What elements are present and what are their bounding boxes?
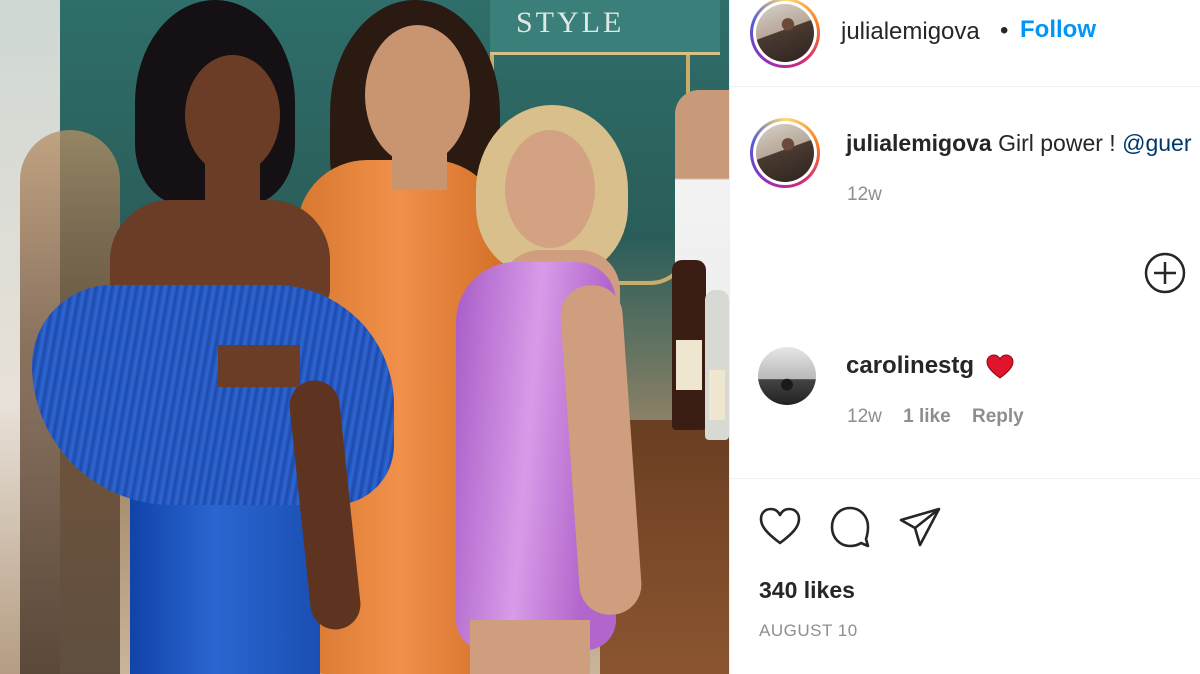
caption-body: Girl power ! — [998, 130, 1116, 156]
reply-button[interactable]: Reply — [972, 406, 1024, 427]
bottle — [672, 260, 706, 430]
bottle — [705, 290, 729, 440]
comment-item: carolinestg 12w 1 like Reply — [730, 340, 1200, 460]
caption-mention-link[interactable]: @guer — [1122, 130, 1191, 156]
post-actions: 340 likes AUGUST 10 — [730, 478, 1200, 674]
share-icon[interactable] — [898, 505, 942, 549]
comment-timestamp[interactable]: 12w — [847, 406, 882, 427]
caption-text: julialemigova Girl power ! @guer — [846, 130, 1191, 157]
comment-username[interactable]: carolinestg — [846, 352, 974, 379]
post-photo[interactable]: STYLE — [0, 0, 729, 674]
follow-button[interactable]: Follow — [1020, 16, 1096, 44]
comment-icon[interactable] — [828, 505, 872, 549]
plus-circle-icon[interactable] — [1144, 252, 1186, 294]
heart-icon[interactable] — [758, 505, 802, 549]
comment-avatar[interactable] — [758, 347, 816, 405]
post-date[interactable]: AUGUST 10 — [759, 621, 858, 641]
post-caption: julialemigova Girl power ! @guer 12w — [730, 88, 1200, 268]
avatar[interactable] — [750, 0, 820, 68]
background-sign: STYLE — [490, 0, 720, 55]
separator-dot: • — [1000, 17, 1009, 44]
comment-likes[interactable]: 1 like — [903, 406, 951, 427]
header-username[interactable]: julialemigova — [841, 18, 980, 46]
caption-avatar[interactable] — [750, 118, 820, 188]
heart-emoji-icon — [986, 354, 1014, 379]
post-header: julialemigova • Follow — [730, 0, 1200, 87]
post-side-panel: julialemigova • Follow julialemigova Gir… — [729, 0, 1200, 674]
likes-count[interactable]: 340 likes — [759, 577, 855, 604]
comment-text: carolinestg — [846, 352, 1014, 380]
caption-username[interactable]: julialemigova — [846, 130, 992, 156]
caption-timestamp[interactable]: 12w — [847, 184, 882, 206]
comment-meta: 12w 1 like Reply — [847, 406, 1040, 428]
